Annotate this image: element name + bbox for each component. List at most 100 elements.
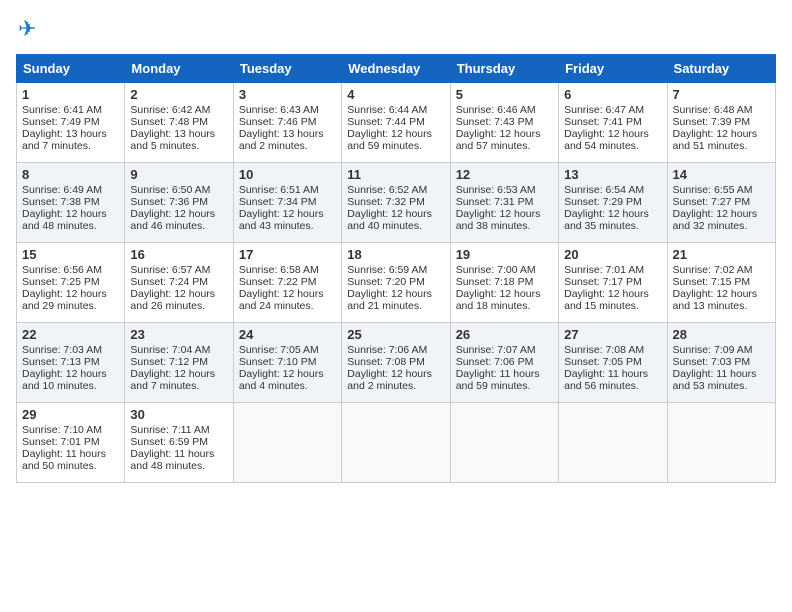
sunset-text: Sunset: 7:05 PM [564, 356, 661, 368]
day-number: 29 [22, 407, 119, 422]
calendar-cell: 30Sunrise: 7:11 AMSunset: 6:59 PMDayligh… [125, 403, 233, 483]
sunset-text: Sunset: 7:13 PM [22, 356, 119, 368]
sunset-text: Sunset: 7:43 PM [456, 116, 553, 128]
daylight-text: Daylight: 13 hours and 7 minutes. [22, 128, 119, 152]
sunset-text: Sunset: 7:32 PM [347, 196, 444, 208]
calendar-cell: 13Sunrise: 6:54 AMSunset: 7:29 PMDayligh… [559, 163, 667, 243]
sunset-text: Sunset: 7:08 PM [347, 356, 444, 368]
sunrise-text: Sunrise: 7:09 AM [673, 344, 770, 356]
sunrise-text: Sunrise: 6:59 AM [347, 264, 444, 276]
daylight-text: Daylight: 11 hours and 48 minutes. [130, 448, 227, 472]
sunset-text: Sunset: 7:36 PM [130, 196, 227, 208]
calendar-cell: 6Sunrise: 6:47 AMSunset: 7:41 PMDaylight… [559, 83, 667, 163]
sunset-text: Sunset: 7:17 PM [564, 276, 661, 288]
calendar-cell: 17Sunrise: 6:58 AMSunset: 7:22 PMDayligh… [233, 243, 341, 323]
sunset-text: Sunset: 7:06 PM [456, 356, 553, 368]
daylight-text: Daylight: 12 hours and 7 minutes. [130, 368, 227, 392]
weekday-header-monday: Monday [125, 55, 233, 83]
daylight-text: Daylight: 12 hours and 51 minutes. [673, 128, 770, 152]
calendar-cell: 12Sunrise: 6:53 AMSunset: 7:31 PMDayligh… [450, 163, 558, 243]
sunset-text: Sunset: 7:46 PM [239, 116, 336, 128]
day-number: 15 [22, 247, 119, 262]
sunset-text: Sunset: 7:38 PM [22, 196, 119, 208]
sunset-text: Sunset: 7:49 PM [22, 116, 119, 128]
day-number: 30 [130, 407, 227, 422]
calendar-cell: 29Sunrise: 7:10 AMSunset: 7:01 PMDayligh… [17, 403, 125, 483]
sunset-text: Sunset: 7:15 PM [673, 276, 770, 288]
day-number: 22 [22, 327, 119, 342]
calendar-cell: 9 Sunrise: 6:50 AMSunset: 7:36 PMDaylight… [125, 163, 233, 243]
day-number: 18 [347, 247, 444, 262]
sunset-text: Sunset: 7:12 PM [130, 356, 227, 368]
calendar-cell: 19Sunrise: 7:00 AMSunset: 7:18 PMDayligh… [450, 243, 558, 323]
daylight-text: Daylight: 11 hours and 59 minutes. [456, 368, 553, 392]
day-number: 5 [456, 87, 553, 102]
day-number: 27 [564, 327, 661, 342]
daylight-text: Daylight: 12 hours and 24 minutes. [239, 288, 336, 312]
daylight-text: Daylight: 12 hours and 54 minutes. [564, 128, 661, 152]
calendar-cell: 5Sunrise: 6:46 AMSunset: 7:43 PMDaylight… [450, 83, 558, 163]
sunset-text: Sunset: 7:31 PM [456, 196, 553, 208]
daylight-text: Daylight: 13 hours and 5 minutes. [130, 128, 227, 152]
sunrise-text: Sunrise: 7:11 AM [130, 424, 227, 436]
header: ✈ [16, 16, 776, 44]
sunrise-text: Sunrise: 7:05 AM [239, 344, 336, 356]
day-number: 6 [564, 87, 661, 102]
calendar-cell: 26Sunrise: 7:07 AMSunset: 7:06 PMDayligh… [450, 323, 558, 403]
calendar-cell: 14Sunrise: 6:55 AMSunset: 7:27 PMDayligh… [667, 163, 775, 243]
daylight-text: Daylight: 12 hours and 10 minutes. [22, 368, 119, 392]
sunrise-text: Sunrise: 7:00 AM [456, 264, 553, 276]
day-number: 2 [130, 87, 227, 102]
sunset-text: Sunset: 7:03 PM [673, 356, 770, 368]
calendar-cell: 2Sunrise: 6:42 AMSunset: 7:48 PMDaylight… [125, 83, 233, 163]
daylight-text: Daylight: 12 hours and 35 minutes. [564, 208, 661, 232]
day-number: 11 [347, 167, 444, 182]
daylight-text: Daylight: 12 hours and 59 minutes. [347, 128, 444, 152]
sunrise-text: Sunrise: 6:41 AM [22, 104, 119, 116]
weekday-header-saturday: Saturday [667, 55, 775, 83]
day-number: 19 [456, 247, 553, 262]
weekday-header-wednesday: Wednesday [342, 55, 450, 83]
sunset-text: Sunset: 7:34 PM [239, 196, 336, 208]
day-number: 14 [673, 167, 770, 182]
daylight-text: Daylight: 12 hours and 4 minutes. [239, 368, 336, 392]
calendar-cell: 16Sunrise: 6:57 AMSunset: 7:24 PMDayligh… [125, 243, 233, 323]
calendar-cell: 8Sunrise: 6:49 AMSunset: 7:38 PMDaylight… [17, 163, 125, 243]
sunrise-text: Sunrise: 7:06 AM [347, 344, 444, 356]
sunrise-text: Sunrise: 7:04 AM [130, 344, 227, 356]
sunset-text: Sunset: 7:29 PM [564, 196, 661, 208]
day-number: 7 [673, 87, 770, 102]
calendar-cell: 23Sunrise: 7:04 AMSunset: 7:12 PMDayligh… [125, 323, 233, 403]
sunrise-text: Sunrise: 6:42 AM [130, 104, 227, 116]
sunrise-text: Sunrise: 6:50 AM [130, 184, 227, 196]
sunset-text: Sunset: 7:39 PM [673, 116, 770, 128]
sunrise-text: Sunrise: 6:56 AM [22, 264, 119, 276]
day-number: 24 [239, 327, 336, 342]
weekday-header-sunday: Sunday [17, 55, 125, 83]
calendar-cell: 27Sunrise: 7:08 AMSunset: 7:05 PMDayligh… [559, 323, 667, 403]
weekday-header-row: SundayMondayTuesdayWednesdayThursdayFrid… [17, 55, 776, 83]
sunrise-text: Sunrise: 7:07 AM [456, 344, 553, 356]
daylight-text: Daylight: 12 hours and 13 minutes. [673, 288, 770, 312]
sunrise-text: Sunrise: 7:02 AM [673, 264, 770, 276]
weekday-header-thursday: Thursday [450, 55, 558, 83]
calendar-cell: 11Sunrise: 6:52 AMSunset: 7:32 PMDayligh… [342, 163, 450, 243]
week-row-5: 29Sunrise: 7:10 AMSunset: 7:01 PMDayligh… [17, 403, 776, 483]
sunrise-text: Sunrise: 7:10 AM [22, 424, 119, 436]
day-number: 9 [130, 167, 227, 182]
calendar-cell: 24Sunrise: 7:05 AMSunset: 7:10 PMDayligh… [233, 323, 341, 403]
daylight-text: Daylight: 12 hours and 46 minutes. [130, 208, 227, 232]
sunrise-text: Sunrise: 7:08 AM [564, 344, 661, 356]
day-number: 16 [130, 247, 227, 262]
week-row-1: 1Sunrise: 6:41 AMSunset: 7:49 PMDaylight… [17, 83, 776, 163]
calendar-table: SundayMondayTuesdayWednesdayThursdayFrid… [16, 54, 776, 483]
sunrise-text: Sunrise: 6:47 AM [564, 104, 661, 116]
calendar-cell: 22 Sunrise: 7:03 AMSunset: 7:13 PMDayligh… [17, 323, 125, 403]
day-number: 17 [239, 247, 336, 262]
sunrise-text: Sunrise: 7:03 AM [22, 344, 119, 356]
daylight-text: Daylight: 12 hours and 29 minutes. [22, 288, 119, 312]
calendar-cell: 15Sunrise: 6:56 AMSunset: 7:25 PMDayligh… [17, 243, 125, 323]
calendar-cell: 1Sunrise: 6:41 AMSunset: 7:49 PMDaylight… [17, 83, 125, 163]
calendar-cell: 10Sunrise: 6:51 AMSunset: 7:34 PMDayligh… [233, 163, 341, 243]
calendar-cell: 4Sunrise: 6:44 AMSunset: 7:44 PMDaylight… [342, 83, 450, 163]
